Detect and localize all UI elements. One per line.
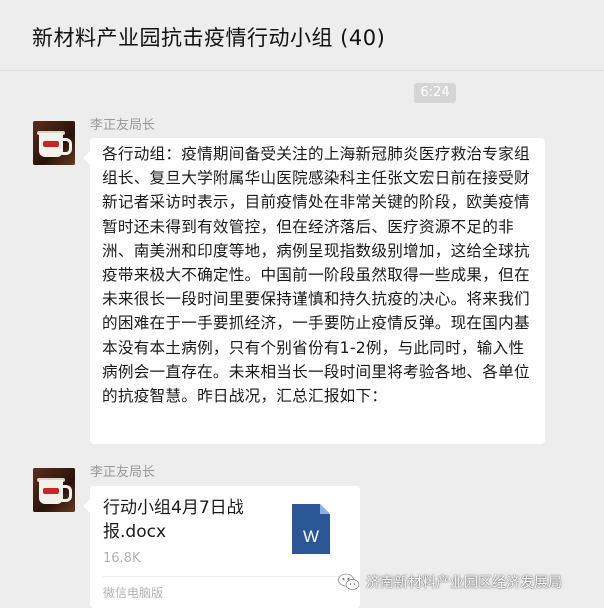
divider xyxy=(103,576,347,577)
file-size: 16.8K xyxy=(103,551,141,566)
file-source-label: 微信电脑版 xyxy=(103,586,164,600)
watermark-text: 济南新材料产业园区经济发展局 xyxy=(366,575,562,591)
sender-name: 李正友局长 xyxy=(90,465,156,480)
sender-name: 李正友局长 xyxy=(90,118,156,133)
watermark: 济南新材料产业园区经济发展局 xyxy=(338,572,562,592)
chat-header: 新材料产业园抗击疫情行动小组 (40) xyxy=(0,0,604,71)
timestamp: 6:24 xyxy=(414,83,456,103)
avatar[interactable] xyxy=(33,468,75,512)
word-document-icon: W xyxy=(292,504,330,554)
avatar[interactable] xyxy=(33,121,75,165)
word-icon-letter: W xyxy=(303,527,319,546)
file-message-bubble[interactable]: 行动小组4月7日战报.docx W 16.8K 微信电脑版 xyxy=(83,486,360,608)
avatar-cup xyxy=(39,133,63,157)
avatar-cup-handle xyxy=(62,485,72,502)
avatar-cup-handle xyxy=(62,138,72,155)
wechat-icon xyxy=(338,573,360,590)
avatar-cup xyxy=(39,480,63,504)
chat-title[interactable]: 新材料产业园抗击疫情行动小组 (40) xyxy=(32,22,385,52)
file-name: 行动小组4月7日战报.docx xyxy=(103,498,244,542)
message-text: 各行动组：疫情期间备受关注的上海新冠肺炎医疗救治专家组组长、复旦大学附属华山医院… xyxy=(102,145,530,406)
